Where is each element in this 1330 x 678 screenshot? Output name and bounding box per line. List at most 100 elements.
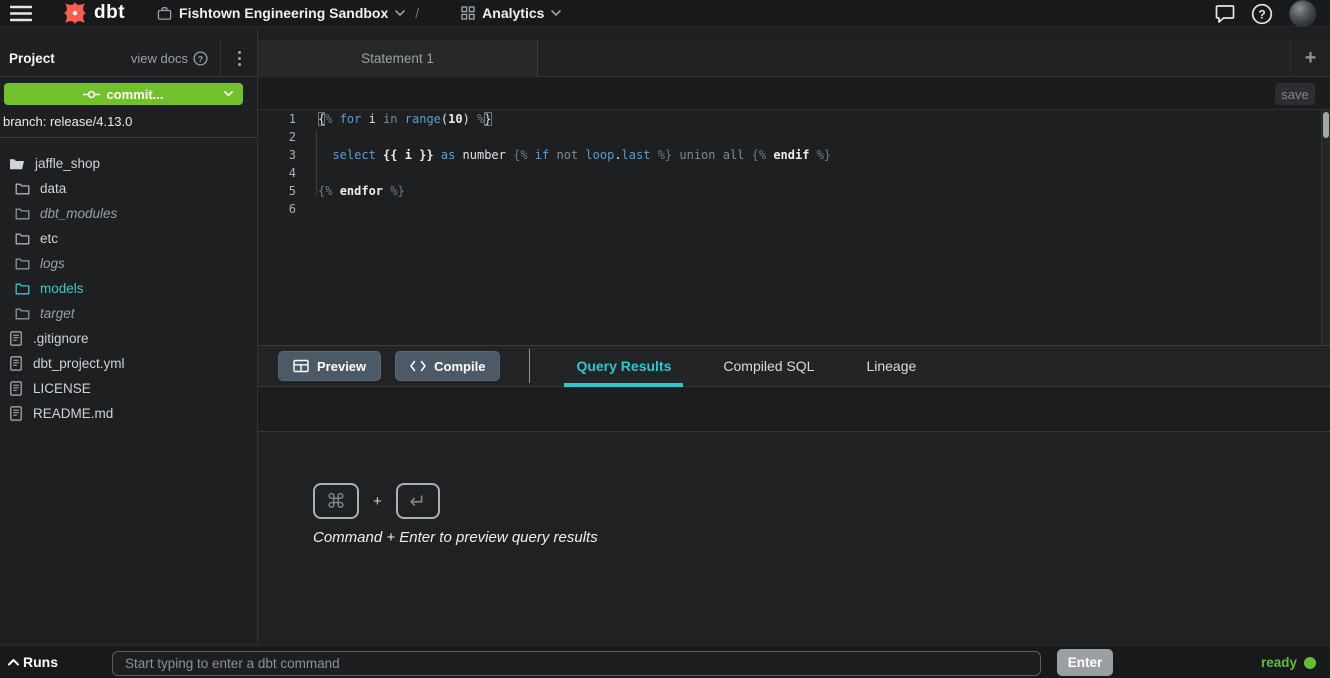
code-line-6[interactable]: 6 xyxy=(258,200,1330,218)
commit-button[interactable]: commit... xyxy=(4,83,243,105)
tree-item-readme-md[interactable]: README.md xyxy=(0,401,257,426)
chevron-down-icon xyxy=(551,10,561,17)
save-button[interactable]: save xyxy=(1275,83,1315,105)
results-tab-compiled-sql[interactable]: Compiled SQL xyxy=(711,346,826,386)
code-text: {% endfor %} xyxy=(318,184,405,198)
folder-open-icon xyxy=(9,157,25,171)
folder-icon xyxy=(15,182,30,195)
tree-item-models[interactable]: models xyxy=(0,276,257,301)
line-number: 5 xyxy=(258,184,296,198)
scrollbar-thumb[interactable] xyxy=(1323,112,1329,138)
shortcut-hint-text: Command + Enter to preview query results xyxy=(313,529,598,546)
code-text: {% for i in range(10) %} xyxy=(318,112,492,126)
user-avatar[interactable] xyxy=(1289,0,1316,27)
sidebar-divider xyxy=(0,137,257,138)
new-tab-button[interactable]: + xyxy=(1290,40,1330,77)
tree-item-label: models xyxy=(40,281,84,296)
file-icon xyxy=(9,381,23,396)
tab-label: Statement 1 xyxy=(361,51,434,66)
tab-statement-1[interactable]: Statement 1 xyxy=(258,40,538,77)
tree-item-label: dbt_modules xyxy=(40,206,117,221)
preview-label: Preview xyxy=(317,359,366,374)
branch-label: branch: release/4.13.0 xyxy=(3,114,132,129)
tree-item-label: .gitignore xyxy=(33,331,89,346)
line-number: 3 xyxy=(258,148,296,162)
tree-item-label: dbt_project.yml xyxy=(33,356,125,371)
view-docs-link[interactable]: view docs ? xyxy=(131,51,220,66)
results-tabs: Query Results Compiled SQL Lineage xyxy=(550,346,942,386)
dbt-logo[interactable]: dbt xyxy=(62,0,125,26)
code-line-1[interactable]: 1{% for i in range(10) %} xyxy=(258,110,1330,128)
tree-item-logs[interactable]: logs xyxy=(0,251,257,276)
sidebar-menu-button[interactable] xyxy=(220,40,257,76)
svg-text:?: ? xyxy=(198,53,203,63)
git-commit-icon xyxy=(83,89,100,100)
project-selector[interactable]: Analytics xyxy=(461,5,561,21)
breadcrumb-separator: / xyxy=(415,5,419,21)
indent-guide xyxy=(316,130,317,196)
status-indicator: ready xyxy=(1261,646,1316,678)
code-editor[interactable]: 1{% for i in range(10) %}23 select {{ i … xyxy=(258,110,1330,345)
tree-item-label: logs xyxy=(40,256,65,271)
file-icon xyxy=(9,356,23,371)
help-icon[interactable]: ? xyxy=(1251,3,1273,25)
folder-icon xyxy=(15,232,30,245)
workspace-selector[interactable]: Fishtown Engineering Sandbox xyxy=(157,5,405,21)
file-icon xyxy=(9,406,23,421)
editor-tab-bar: Statement 1 + xyxy=(258,40,1330,77)
file-tree: jaffle_shopdata dbt_modulesetc logs models t… xyxy=(0,151,257,426)
table-icon xyxy=(293,359,309,373)
code-icon xyxy=(410,360,426,372)
editor-scrollbar[interactable] xyxy=(1321,110,1330,345)
grid-icon xyxy=(461,6,475,20)
runs-label: Runs xyxy=(23,654,58,670)
code-line-2[interactable]: 2 xyxy=(258,128,1330,146)
tree-item-target[interactable]: target xyxy=(0,301,257,326)
file-icon xyxy=(9,331,23,346)
tree-item-license[interactable]: LICENSE xyxy=(0,376,257,401)
editor-toolbar: save xyxy=(258,77,1330,110)
tree-item-data[interactable]: data xyxy=(0,176,257,201)
dbt-command-input[interactable] xyxy=(112,651,1041,676)
chat-icon[interactable] xyxy=(1215,4,1235,23)
sidebar-header: Project view docs ? xyxy=(0,40,257,77)
tree-item-label: etc xyxy=(40,231,58,246)
preview-button[interactable]: Preview xyxy=(278,351,381,381)
folder-icon xyxy=(15,307,30,320)
results-toolbar: Preview Compile Query Results Compiled SQ… xyxy=(258,345,1330,387)
tree-item-label: data xyxy=(40,181,66,196)
status-dot-icon xyxy=(1304,657,1316,669)
code-line-5[interactable]: 5 {% endfor %} xyxy=(258,182,1330,200)
project-name: Analytics xyxy=(482,5,544,21)
commit-label: commit... xyxy=(106,87,163,102)
chevron-down-icon xyxy=(395,10,405,17)
command-key-icon: ⌘ xyxy=(313,483,359,519)
kebab-icon xyxy=(238,51,241,66)
runs-toggle[interactable]: Runs xyxy=(8,654,58,670)
folder-icon xyxy=(15,207,30,220)
code-lines: 1{% for i in range(10) %}23 select {{ i … xyxy=(258,110,1330,218)
hamburger-menu-icon[interactable] xyxy=(10,4,32,22)
tree-item--gitignore[interactable]: .gitignore xyxy=(0,326,257,351)
results-tab-query-results[interactable]: Query Results xyxy=(564,346,683,386)
code-line-3[interactable]: 3 select {{ i }} as number {% if not loo… xyxy=(258,146,1330,164)
compile-button[interactable]: Compile xyxy=(395,351,500,381)
chevron-down-icon xyxy=(224,91,233,97)
folder-icon xyxy=(15,282,30,295)
workspace-name: Fishtown Engineering Sandbox xyxy=(179,5,388,21)
results-subheader xyxy=(258,388,1330,432)
tree-item-dbt-project-yml[interactable]: dbt_project.yml xyxy=(0,351,257,376)
tree-item-dbt-modules[interactable]: dbt_modules xyxy=(0,201,257,226)
tree-item-jaffle-shop[interactable]: jaffle_shop xyxy=(0,151,257,176)
results-tab-lineage[interactable]: Lineage xyxy=(854,346,928,386)
enter-button[interactable]: Enter xyxy=(1057,649,1113,676)
line-number: 6 xyxy=(258,202,296,216)
line-number: 4 xyxy=(258,166,296,180)
svg-text:?: ? xyxy=(1258,7,1265,21)
help-circle-icon: ? xyxy=(193,51,208,66)
results-area: ⌘ + ↵ Command + Enter to preview query r… xyxy=(258,433,1330,645)
tree-item-etc[interactable]: etc xyxy=(0,226,257,251)
compile-label: Compile xyxy=(434,359,485,374)
code-line-4[interactable]: 4 xyxy=(258,164,1330,182)
sidebar-title: Project xyxy=(9,51,55,66)
